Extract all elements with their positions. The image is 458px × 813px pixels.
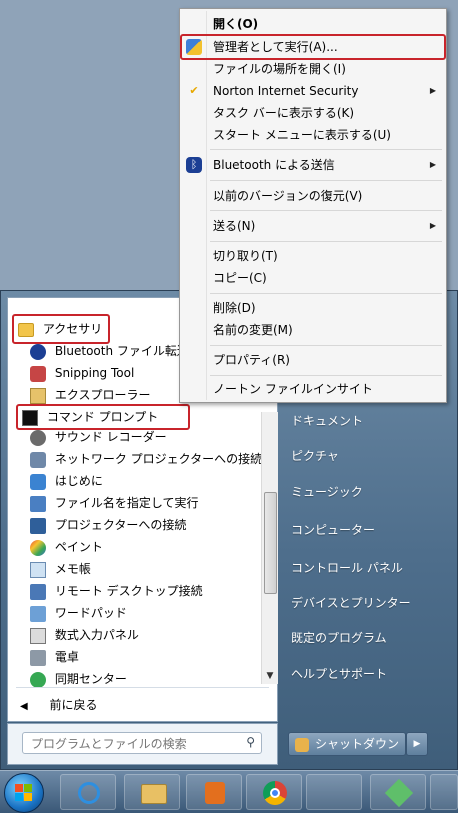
search-input[interactable] [29, 734, 243, 754]
menu-properties[interactable]: プロパティ(R) [213, 349, 290, 371]
cmd-icon [22, 409, 38, 426]
notepad-icon [30, 561, 46, 578]
back-button[interactable]: ◀ 前に戻る [20, 694, 98, 716]
run-icon [30, 495, 46, 512]
menu-rename[interactable]: 名前の変更(M) [213, 319, 293, 341]
program-item[interactable]: リモート デスクトップ接続 [30, 580, 203, 602]
scroll-down-arrow-icon[interactable]: ▼ [262, 668, 278, 684]
right-item-pictures[interactable]: ピクチャ [291, 442, 339, 470]
program-item[interactable]: プロジェクターへの接続 [30, 514, 186, 536]
chrome-icon[interactable] [246, 774, 302, 810]
program-item[interactable]: ワードパッド [30, 602, 127, 624]
context-menu: 開く(O) 管理者として実行(A)... ファイルの場所を開く(I) ✔ Nor… [179, 8, 447, 403]
right-item-music[interactable]: ミュージック [291, 478, 363, 506]
right-item-documents[interactable]: ドキュメント [291, 407, 363, 435]
menu-norton-file-insight[interactable]: ノートン ファイルインサイト [213, 378, 373, 400]
program-item[interactable]: 電卓 [30, 646, 79, 668]
menu-norton[interactable]: Norton Internet Security [213, 80, 358, 102]
program-item[interactable]: 数式入力パネル [30, 624, 139, 646]
submenu-arrow-icon: ▶ [429, 160, 436, 169]
math-input-icon [30, 627, 46, 644]
bluetooth-icon: ᛒ [186, 157, 202, 173]
program-item[interactable]: はじめに [30, 470, 103, 492]
right-item-default-programs[interactable]: 既定のプログラム [291, 624, 387, 652]
microphone-icon [30, 429, 46, 446]
program-item[interactable]: ペイント [30, 536, 103, 558]
explorer-icon[interactable] [124, 774, 180, 810]
taskbar-app-icon[interactable] [430, 774, 458, 810]
program-item[interactable]: ネットワーク プロジェクターへの接続 [30, 448, 262, 470]
scrollbar-thumb[interactable] [264, 492, 277, 594]
projector-icon [30, 517, 46, 534]
right-item-control-panel[interactable]: コントロール パネル [291, 554, 403, 582]
shutdown-options-arrow-icon[interactable]: ▶ [406, 732, 428, 756]
menu-separator [210, 241, 442, 242]
menu-pin-taskbar[interactable]: タスク バーに表示する(K) [213, 102, 354, 124]
shield-icon [295, 737, 309, 752]
menu-separator [210, 210, 442, 211]
bluetooth-icon [30, 343, 46, 360]
search-icon[interactable]: ⚲ [246, 735, 255, 749]
menu-bluetooth-send[interactable]: Bluetooth による送信 [213, 154, 335, 176]
menu-restore-versions[interactable]: 以前のバージョンの復元(V) [213, 185, 362, 207]
menu-open[interactable]: 開く(O) [213, 13, 258, 35]
package-icon[interactable] [370, 774, 426, 810]
uac-shield-icon [186, 39, 202, 55]
network-projector-icon [30, 451, 46, 468]
program-item[interactable]: メモ帳 [30, 558, 91, 580]
scissors-icon [30, 365, 46, 382]
shutdown-button[interactable]: シャットダウン [288, 732, 406, 756]
program-item[interactable]: Bluetooth ファイル転送 [30, 340, 189, 362]
sync-center-icon [30, 671, 46, 688]
menu-open-file-location[interactable]: ファイルの場所を開く(I) [213, 58, 346, 80]
taskbar-app-icon[interactable] [306, 774, 362, 810]
divider [16, 687, 269, 688]
submenu-arrow-icon: ▶ [429, 221, 436, 230]
explorer-icon [30, 387, 46, 404]
menu-separator [210, 345, 442, 346]
start-orb-icon[interactable] [4, 773, 44, 813]
search-area: ⚲ [7, 723, 278, 765]
menu-delete[interactable]: 削除(D) [213, 297, 256, 319]
programs-scrollbar[interactable]: ▼ [261, 412, 278, 684]
menu-send-to[interactable]: 送る(N) [213, 215, 255, 237]
right-item-computer[interactable]: コンピューター [291, 516, 375, 544]
taskbar [0, 770, 458, 813]
menu-separator [210, 149, 442, 150]
getting-started-icon [30, 473, 46, 490]
wordpad-icon [30, 605, 46, 622]
menu-separator [210, 293, 442, 294]
media-player-icon[interactable] [186, 774, 242, 810]
program-item[interactable]: サウンド レコーダー [30, 426, 167, 448]
search-box[interactable]: ⚲ [22, 732, 262, 754]
menu-run-as-admin[interactable]: 管理者として実行(A)... [213, 36, 338, 58]
norton-check-icon: ✔ [189, 84, 199, 97]
remote-desktop-icon [30, 583, 46, 600]
menu-copy[interactable]: コピー(C) [213, 267, 267, 289]
calculator-icon [30, 649, 46, 666]
folder-icon [18, 322, 34, 337]
menu-cut[interactable]: 切り取り(T) [213, 245, 278, 267]
submenu-arrow-icon: ▶ [429, 86, 436, 95]
program-item[interactable]: Snipping Tool [30, 362, 134, 384]
internet-explorer-icon[interactable] [60, 774, 116, 810]
menu-separator [210, 180, 442, 181]
program-item[interactable]: ファイル名を指定して実行 [30, 492, 198, 514]
right-item-devices-printers[interactable]: デバイスとプリンター [291, 589, 411, 617]
program-item[interactable]: エクスプローラー [30, 384, 150, 406]
right-item-help-support[interactable]: ヘルプとサポート [291, 660, 387, 688]
menu-separator [210, 375, 442, 376]
paint-icon [30, 539, 46, 556]
menu-pin-start[interactable]: スタート メニューに表示する(U) [213, 124, 391, 146]
back-arrow-icon: ◀ [20, 701, 28, 712]
